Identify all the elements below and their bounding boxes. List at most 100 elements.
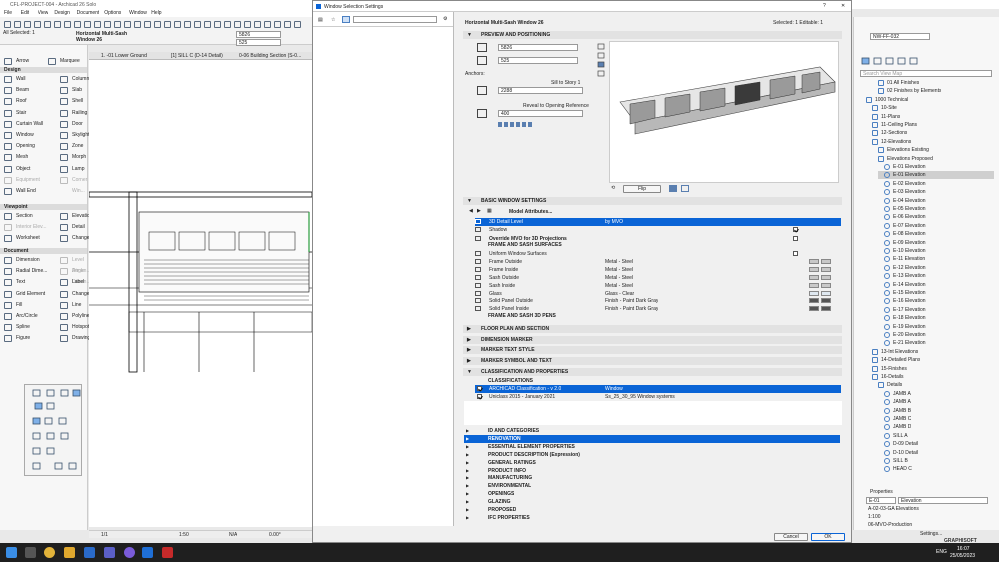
tool-change[interactable]: Change — [60, 289, 92, 300]
view-map-item[interactable]: E-01 Elevation — [878, 163, 994, 171]
override-checkbox[interactable] — [793, 235, 798, 241]
expand-arrow-icon[interactable]: ▶ — [466, 514, 469, 522]
drawing-tab[interactable]: 1. -01 Lower Ground — [101, 53, 147, 59]
toolbar-icon[interactable] — [194, 21, 201, 28]
tool-angle-dimen-[interactable]: Angle Dimen... — [60, 266, 92, 285]
surface-swatch[interactable] — [809, 298, 819, 304]
tool-curtain-wall[interactable]: Curtain Wall — [4, 119, 56, 130]
toolbar-icon[interactable] — [104, 21, 111, 28]
expand-arrow-icon[interactable]: ▶ — [466, 467, 469, 475]
property-group-row[interactable]: ▶ IFC PROPERTIES — [464, 514, 840, 522]
prop-name-input[interactable]: Elevation — [898, 497, 988, 504]
tool-text[interactable]: Text — [4, 277, 56, 288]
view-map-item[interactable]: E-15 Elevation — [878, 289, 994, 297]
tool-morph[interactable]: Morph — [60, 152, 92, 163]
view-map-item[interactable]: SILL B — [878, 457, 994, 465]
view-map-item[interactable]: HEAD C — [878, 465, 994, 473]
property-group-row[interactable]: ▶ PROPOSED — [464, 506, 840, 514]
tool-figure[interactable]: Figure — [4, 333, 56, 344]
surface-swatch[interactable] — [809, 282, 819, 288]
cancel-button[interactable]: Cancel — [774, 533, 808, 541]
view-map-item[interactable]: 12-Sections — [866, 129, 994, 137]
tool-dimension[interactable]: Dimension — [4, 255, 56, 266]
surface-row[interactable]: Uniform Window Surfaces — [475, 250, 841, 258]
view-map-item[interactable]: D-09 Detail — [878, 440, 994, 448]
layer-input[interactable]: NW-FF-032 — [870, 33, 930, 40]
toolbar-icon[interactable] — [184, 21, 191, 28]
view-map-item[interactable]: E-09 Elevation — [878, 239, 994, 247]
surface-row[interactable]: Frame Outside Metal - Steel — [475, 258, 841, 266]
section-marker-symbol[interactable]: ▶ MARKER SYMBOL AND TEXT — [463, 357, 842, 365]
expand-arrow-icon[interactable]: ▶ — [466, 474, 469, 482]
marquee-tool[interactable]: Marquee — [48, 56, 86, 67]
reveal-input[interactable]: 400 — [498, 110, 583, 117]
surface-swatch[interactable] — [809, 290, 819, 296]
toolbar-icon[interactable] — [254, 21, 261, 28]
surface-row[interactable]: Sash Outside Metal - Steel — [475, 274, 841, 282]
tool-change[interactable]: Change — [60, 233, 92, 244]
view-map-item[interactable]: E-10 Elevation — [878, 247, 994, 255]
toolbar-icon[interactable] — [204, 21, 211, 28]
tool-elevation[interactable]: Elevation — [60, 211, 93, 222]
viewpoint-header[interactable]: Viewpoint — [0, 204, 87, 210]
tool-wall[interactable]: Wall — [4, 74, 56, 85]
property-group-row[interactable]: ▶ ID AND CATEGORIES — [464, 427, 840, 435]
tool-corner-win-[interactable]: Corner Win... — [60, 175, 92, 194]
view-map-item[interactable]: E-11 Elevation — [878, 255, 994, 263]
surface-swatch-alt[interactable] — [821, 298, 831, 304]
chrome-icon[interactable] — [44, 547, 55, 558]
tool-skylight[interactable]: Skylight — [60, 130, 92, 141]
classification-row[interactable]: ARCHICAD Classification - v 2.0 Window — [475, 385, 841, 393]
surface-swatch-alt[interactable] — [821, 258, 831, 264]
toolbar-icon[interactable] — [124, 21, 131, 28]
menu-design[interactable]: Design — [54, 10, 70, 16]
search-taskbar-icon[interactable] — [25, 547, 36, 558]
tool-fill[interactable]: Fill — [4, 300, 56, 311]
setting-row[interactable]: 3D Detail Level by MVO — [475, 218, 841, 226]
close-icon[interactable]: ✕ — [841, 3, 845, 9]
toolbar-icon[interactable] — [144, 21, 151, 28]
surface-swatch[interactable] — [809, 274, 819, 280]
file-explorer-icon[interactable] — [64, 547, 75, 558]
frame-sash-surfaces-header[interactable]: FRAME AND SASH SURFACES — [488, 242, 562, 248]
property-group-row[interactable]: ▶ ENVIRONMENTAL — [464, 482, 840, 490]
width-input[interactable]: 5826 — [236, 31, 281, 38]
teams-icon[interactable] — [104, 547, 115, 558]
property-group-row[interactable]: ▶ MANUFACTURING — [464, 474, 840, 482]
drawing-tab[interactable]: 0-06 Building Section (S-0... — [239, 53, 301, 59]
tool-opening[interactable]: Opening — [4, 141, 56, 152]
menu-document[interactable]: Document — [77, 10, 100, 16]
toolbar-icon[interactable] — [24, 21, 31, 28]
surface-swatch-alt[interactable] — [821, 282, 831, 288]
surface-swatch-alt[interactable] — [821, 306, 831, 312]
tool-level-dimen-[interactable]: Level Dimen... — [60, 255, 92, 274]
rotate-icon[interactable]: ⟲ — [611, 185, 615, 191]
view-map-item[interactable]: Details — [872, 381, 994, 389]
ok-button[interactable]: OK — [811, 533, 845, 541]
surface-row[interactable]: Sash Inside Metal - Steel — [475, 282, 841, 290]
expand-arrow-icon[interactable]: ▶ — [466, 482, 469, 490]
uniform-surfaces-checkbox[interactable] — [793, 251, 798, 256]
view-toggle-2-icon[interactable] — [681, 185, 689, 192]
clock-date[interactable]: 25/05/2023 — [950, 553, 975, 559]
toolbar-icon[interactable] — [154, 21, 161, 28]
outlook-icon[interactable] — [84, 547, 95, 558]
menu-help[interactable]: Help — [151, 10, 161, 16]
toolbar-icon[interactable] — [4, 21, 11, 28]
toolbar-icon[interactable] — [134, 21, 141, 28]
toolbar-icon[interactable] — [44, 21, 51, 28]
menu-view[interactable]: View — [38, 10, 49, 16]
tool-worksheet[interactable]: Worksheet — [4, 233, 56, 244]
surface-swatch-alt[interactable] — [821, 266, 831, 272]
archicad-icon[interactable] — [142, 547, 153, 558]
view-map-item[interactable]: JAMB B — [878, 407, 994, 415]
property-group-row[interactable]: ▶ PRODUCT DESCRIPTION (Expression) — [464, 451, 840, 459]
view-map-item[interactable]: E-01 Elevation — [878, 171, 994, 180]
view-map-item[interactable]: D-10 Detail — [878, 449, 994, 457]
surface-swatch[interactable] — [809, 306, 819, 312]
star-icon[interactable]: ☆ — [331, 17, 335, 23]
tool-roof[interactable]: Roof — [4, 96, 56, 107]
view-map-item[interactable]: 13-Int Elevations — [866, 348, 994, 356]
classification-checkbox[interactable] — [477, 394, 482, 399]
tool-lamp[interactable]: Lamp — [60, 164, 92, 175]
